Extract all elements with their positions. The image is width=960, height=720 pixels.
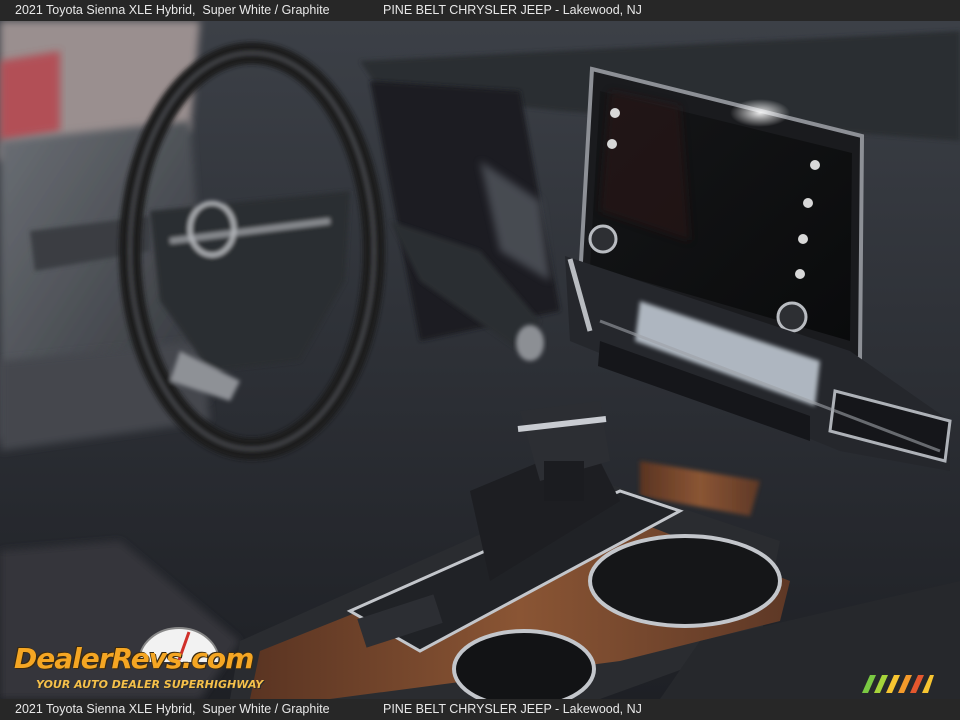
brand-stripes-icon [862, 675, 934, 693]
caption-bar-top: 2021 Toyota Sienna XLE Hybrid, Super Whi… [0, 0, 960, 21]
dealer-caption: PINE BELT CHRYSLER JEEP - Lakewood, NJ [383, 3, 642, 17]
brand-wordmark: DealerRevs.com [14, 642, 254, 675]
dealer-caption-bottom: PINE BELT CHRYSLER JEEP - Lakewood, NJ [383, 702, 642, 716]
vehicle-caption: 2021 Toyota Sienna XLE Hybrid, Super Whi… [15, 3, 330, 17]
brand-tagline: YOUR AUTO DEALER SUPERHIGHWAY [36, 678, 264, 691]
dealerrevs-logo: DealerRevs.com YOUR AUTO DEALER SUPERHIG… [10, 624, 270, 694]
interior-photo [0, 21, 960, 699]
interior-scene [0, 21, 960, 699]
caption-bar-bottom: 2021 Toyota Sienna XLE Hybrid, Super Whi… [0, 699, 960, 720]
vehicle-caption-bottom: 2021 Toyota Sienna XLE Hybrid, Super Whi… [15, 702, 330, 716]
